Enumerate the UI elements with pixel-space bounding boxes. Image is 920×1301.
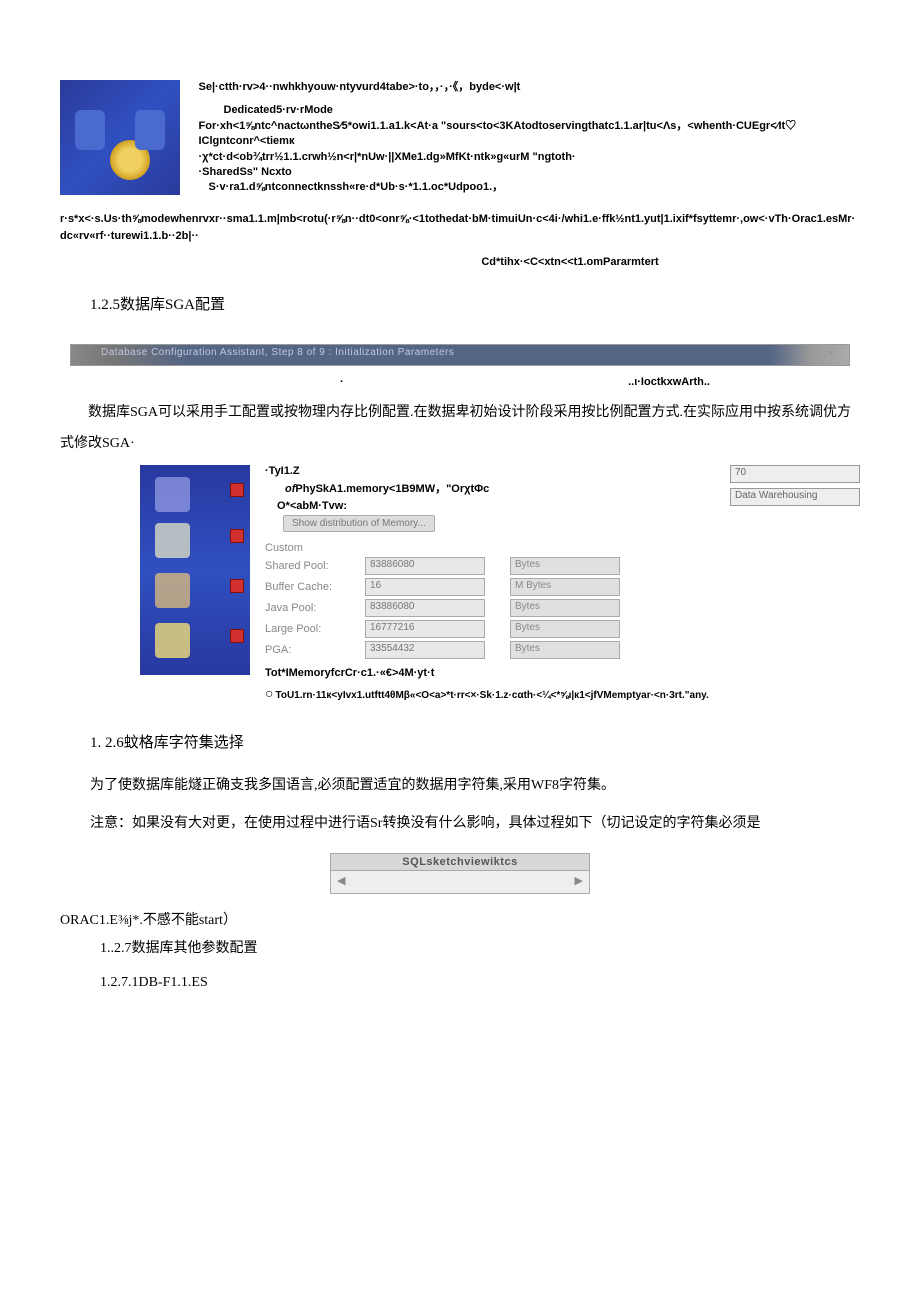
section-1-2-6-heading: 1. 2.6蚊格库字符集选择 (90, 731, 860, 752)
custom-label: Custom (265, 542, 860, 554)
garbled-right-line: Cd*tihx·<C<xtn<<t1.omPararmtert (280, 256, 860, 268)
memory-note-line: ToU1.rn·11к<yIvx1.utftt4θMβ«<O<a>*t·rr<×… (265, 685, 860, 701)
checkbox-icon (230, 483, 244, 497)
buffer-cache-row: Buffer Cache: 16 M Bytes (265, 578, 860, 596)
unit-dropdown[interactable]: Bytes (510, 620, 620, 638)
show-distribution-button[interactable]: Show distribution of Memory... (283, 512, 690, 532)
garbled-line: ·χ*ct·d<ob¾trr½1.1.crwh½n<r|*nUw·||XMe1.… (199, 150, 799, 165)
garbled-line: Se|·ctth·rv>4··nwhkhyouw·ntyvurd4tabe>·t… (199, 80, 799, 95)
sga-config-block: ·TyI1.Z ofPhySkA1.memory<1B9MW，"OrχtΦc O… (140, 465, 860, 701)
dbca-titlebar: Database Configuration Assistant, Step 8… (70, 344, 850, 366)
typical-label: ·TyI1.Z (265, 465, 690, 477)
checkbox-icon (230, 579, 244, 593)
pga-row: PGA: 33554432 Bytes (265, 641, 860, 659)
percent-field[interactable]: 70 (730, 465, 860, 483)
sga-settings-panel: ·TyI1.Z ofPhySkA1.memory<1B9MW，"OrχtΦc O… (265, 465, 860, 701)
sql-scratch-box: SQLsketchviewiktcs ◀ ▶ (330, 853, 590, 894)
charset-note-paragraph: 注意：如果没有大对更，在使用过程中进行语Sr转换没有什么影响，具体过程如下（切记… (90, 810, 860, 838)
scroll-left-icon[interactable]: ◀ (337, 874, 345, 887)
section-1-2-5-heading: 1.2.5数据库SGA配置 (90, 293, 860, 314)
dot: · (340, 376, 344, 388)
java-pool-row: Java Pool: 83886080 Bytes (265, 599, 860, 617)
unit-dropdown[interactable]: Bytes (510, 557, 620, 575)
garbled-fullwidth-line: r·s*x<·s.Us·th⅝modewhenrvxr··sma1.1.m|mb… (60, 211, 860, 246)
server-mode-thumbnail (60, 80, 180, 195)
charset-paragraph: 为了使数据库能燧正确支我多国语言,必须配置适宜的数据用字符集,采用WF8字符集。 (90, 772, 860, 800)
close-icon: × (828, 348, 834, 359)
dedicated-mode-heading: Dedicated5·rv·rMode (224, 103, 799, 118)
garbled-line: For·xh<1⅝ntc^nactωntheS∕5*owi1.1.a1.k<At… (199, 119, 799, 150)
total-memory-line: Tot*IMemoryfcrCr·c1.·«€>4M·yt·t (265, 667, 860, 679)
db-type-dropdown[interactable]: Data Warehousing (730, 488, 860, 506)
checkbox-icon (230, 629, 244, 643)
sga-sidebar-thumbnail (140, 465, 250, 675)
unit-dropdown[interactable]: Bytes (510, 599, 620, 617)
oracle-start-line: ORAC1.E⅜j*.不感不能start） (60, 909, 860, 929)
gear-icon (110, 140, 150, 180)
sql-box-body: ◀ ▶ (331, 871, 589, 893)
buffer-cache-input[interactable]: 16 (365, 578, 485, 596)
tiny-garbled-row: · ..ι·IoctkxwArth.. (60, 376, 860, 388)
large-pool-input[interactable]: 16777216 (365, 620, 485, 638)
physical-memory-line: ofPhySkA1.memory<1B9MW，"OrχtΦc (285, 480, 690, 496)
tool-icon (155, 573, 190, 608)
section-1-2-7-1-heading: 1.2.7.1DB-F1.1.ES (100, 975, 860, 991)
unit-dropdown[interactable]: Bytes (510, 641, 620, 659)
pga-input[interactable]: 33554432 (365, 641, 485, 659)
abm-label: O*<abM·Tvw: (277, 500, 690, 512)
scroll-right-icon[interactable]: ▶ (575, 874, 583, 887)
folder-icon (155, 623, 190, 658)
java-pool-input[interactable]: 83886080 (365, 599, 485, 617)
large-pool-row: Large Pool: 16777216 Bytes (265, 620, 860, 638)
memory-icon (155, 477, 190, 512)
unit-dropdown[interactable]: M Bytes (510, 578, 620, 596)
garbled-line: S·v·ra1.d⅝ntconnectknssh«re·d*Ub·s·*1.1.… (209, 180, 799, 195)
sga-top-right-fields: 70 Data Warehousing (730, 465, 860, 506)
server-mode-block: Se|·ctth·rv>4··nwhkhyouw·ntyvurd4tabe>·t… (60, 80, 860, 196)
dbca-titlebar-text: Database Configuration Assistant, Step 8… (101, 347, 454, 358)
sql-box-title: SQLsketchviewiktcs (331, 854, 589, 871)
shared-pool-row: Shared Pool: 83886080 Bytes (265, 557, 860, 575)
shared-pool-input[interactable]: 83886080 (365, 557, 485, 575)
sga-config-paragraph: 数据库SGA可以采用手工配置或按物理内存比例配置.在数据卑初始设计阶段采用按比例… (60, 398, 860, 460)
server-mode-text: Se|·ctth·rv>4··nwhkhyouw·ntyvurd4tabe>·t… (199, 80, 799, 196)
checkbox-icon (230, 529, 244, 543)
doc-icon (155, 523, 190, 558)
shared-mode-heading: ·SharedSs" Ncxto (199, 165, 799, 180)
section-1-2-7-heading: 1..2.7数据库其他参数配置 (100, 937, 860, 957)
garbled-small: ..ι·IoctkxwArth.. (628, 376, 710, 388)
